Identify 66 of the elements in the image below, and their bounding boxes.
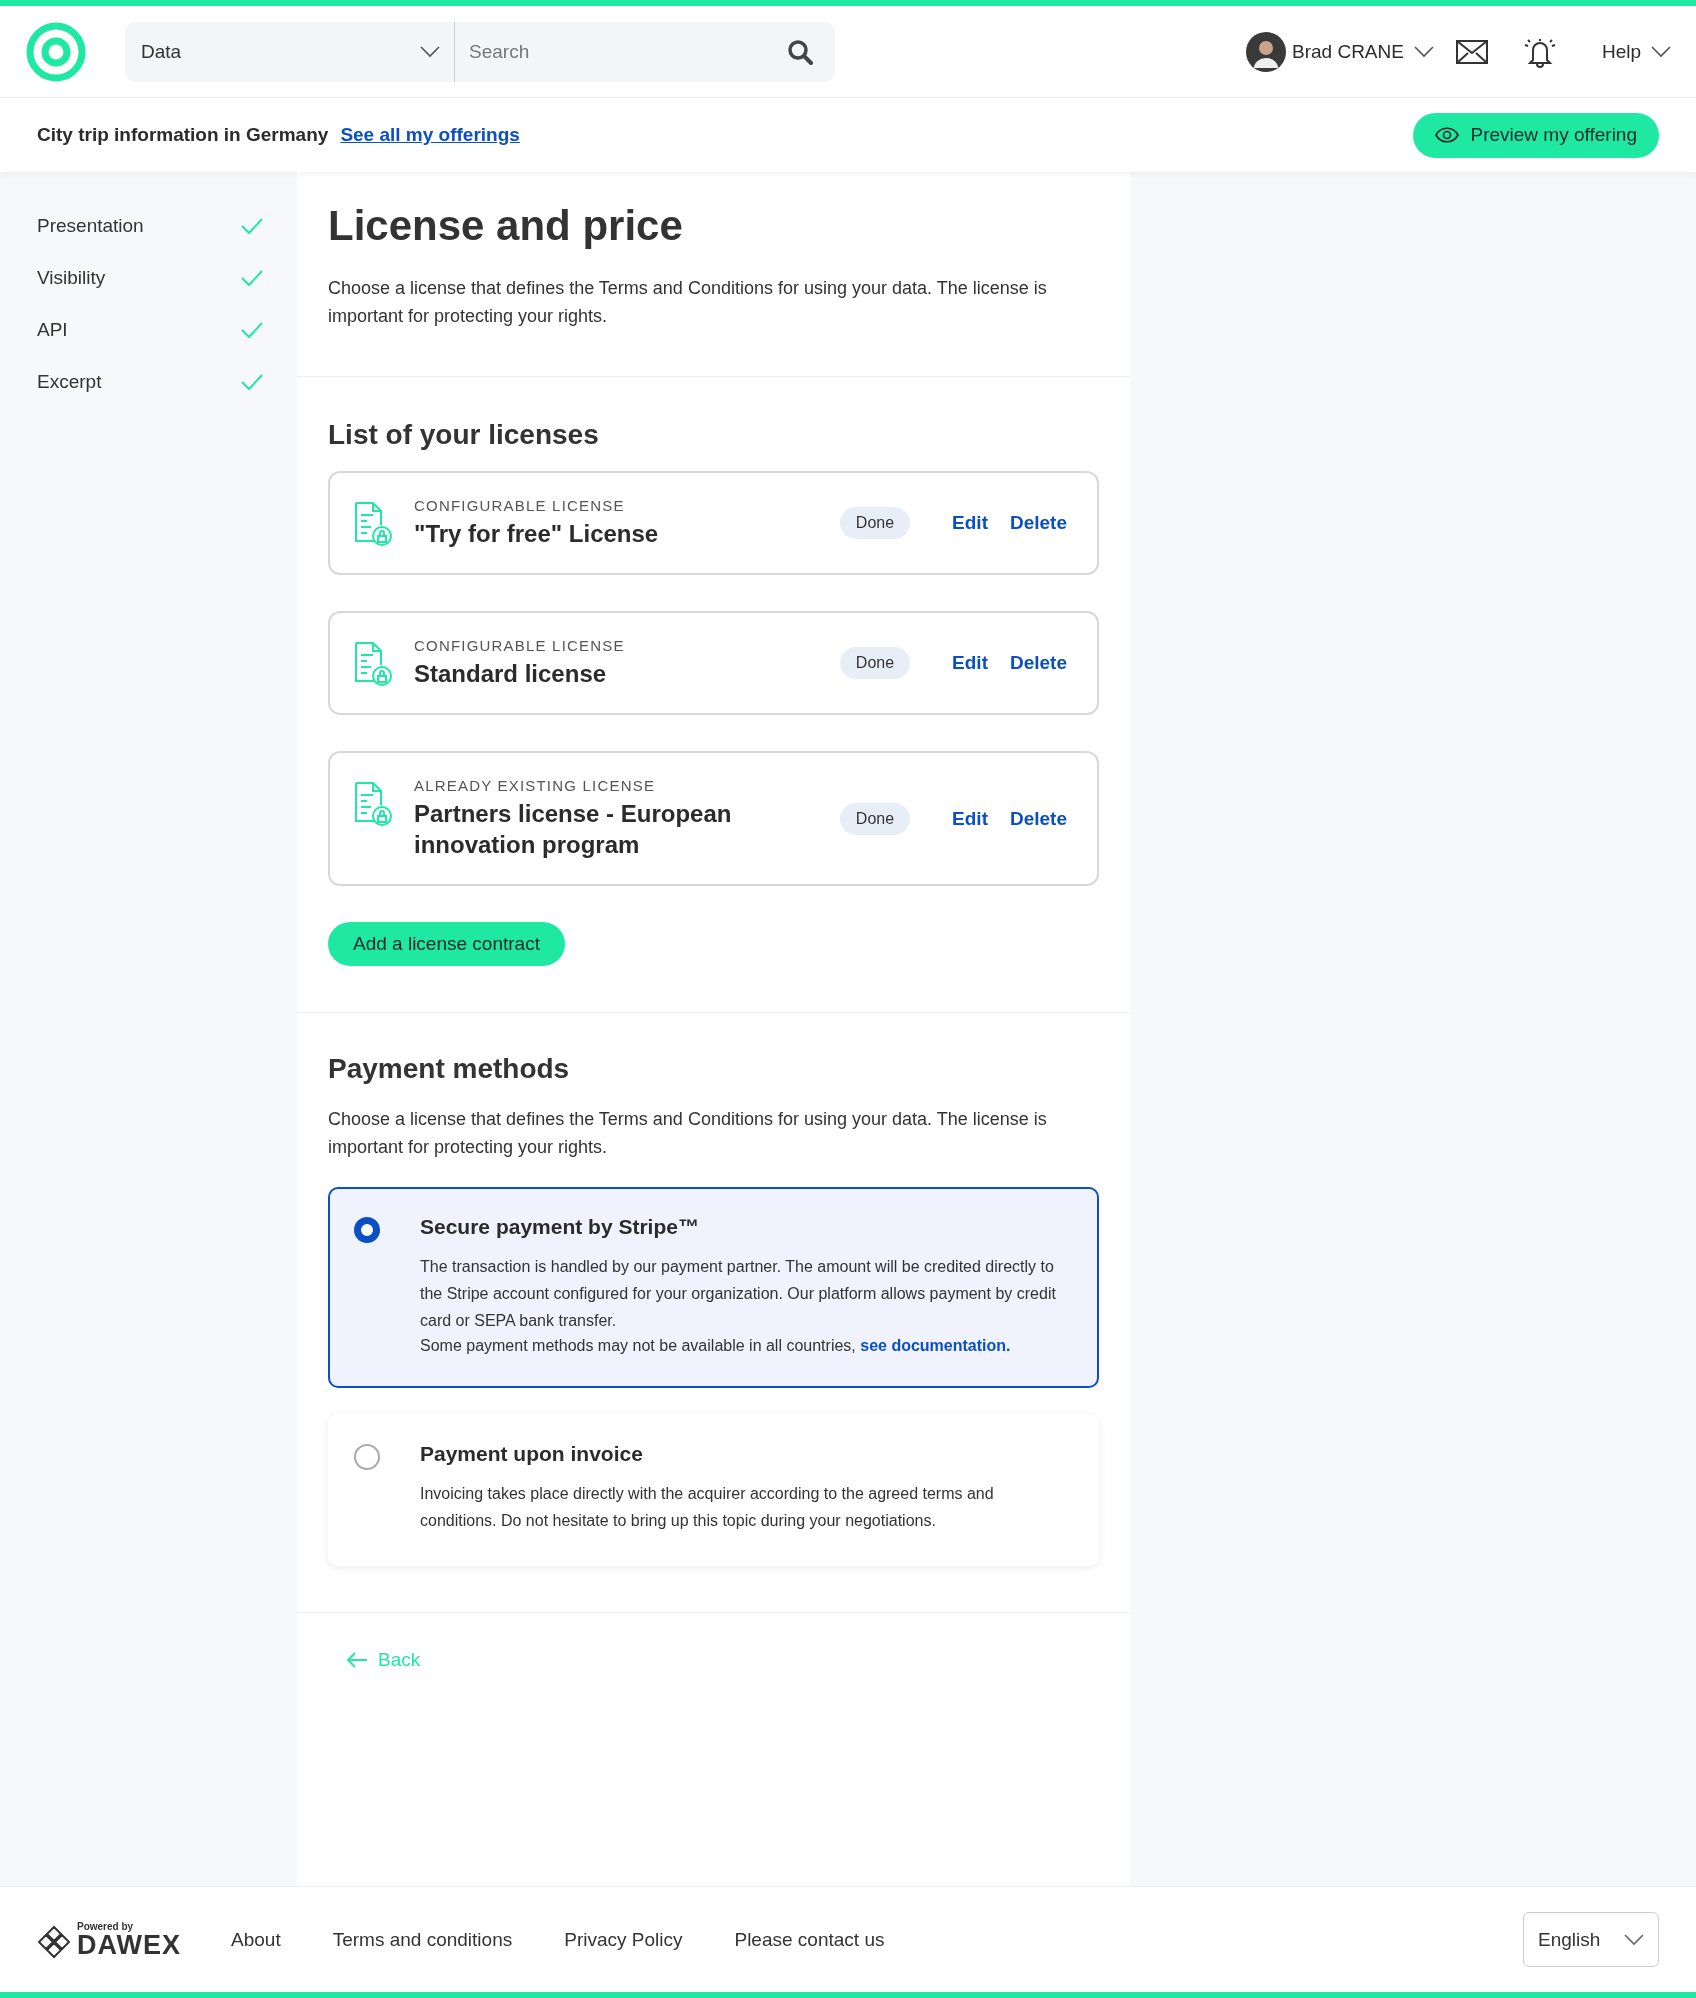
intro-text: Choose a license that defines the Terms and Conditions for using your data. The license is important for protecting your rights. bbox=[328, 277, 1048, 328]
option-text: Invoicing takes place directly with the acquirer according to the agreed terms and conditions. Do not hesitate to bring up this topic during your negotiations. bbox=[420, 1484, 995, 1531]
license-type: ALREADY EXISTING LICENSE bbox=[414, 777, 657, 794]
sidebar-item[interactable]: Presentation bbox=[37, 200, 263, 252]
chevron-down-icon bbox=[1651, 45, 1671, 58]
search-field[interactable]: Search bbox=[455, 21, 835, 82]
section-title: List of your licenses bbox=[328, 419, 600, 451]
help-menu[interactable]: Help bbox=[1601, 40, 1671, 63]
license-name: Partners license - European innovation program bbox=[414, 799, 733, 860]
arrow-left-icon bbox=[346, 1652, 368, 1668]
user-menu[interactable]: Brad CRANE bbox=[1292, 40, 1434, 63]
action-link[interactable]: Edit bbox=[952, 512, 988, 533]
brand-name: DAWEX bbox=[77, 1931, 181, 1959]
license-name: Standard license bbox=[414, 659, 608, 689]
action-link[interactable]: Delete bbox=[1009, 512, 1067, 533]
action-link[interactable]: Delete bbox=[1009, 652, 1067, 673]
document-lock-icon bbox=[354, 641, 394, 687]
action-link[interactable]: Edit bbox=[952, 807, 988, 829]
status-badge: Done bbox=[839, 647, 911, 679]
radio-button[interactable] bbox=[354, 1217, 380, 1243]
eye-icon bbox=[1434, 127, 1459, 143]
search-icon[interactable] bbox=[787, 38, 813, 65]
add-license-button[interactable]: Add a license contract bbox=[328, 922, 565, 966]
footer-link[interactable]: About bbox=[231, 1928, 281, 1951]
check-icon bbox=[241, 374, 263, 390]
chevron-down-icon bbox=[1624, 1933, 1644, 1946]
offering-title: City trip information in Germany bbox=[37, 124, 329, 146]
avatar[interactable] bbox=[1246, 31, 1286, 72]
check-icon bbox=[241, 270, 263, 286]
action-link[interactable]: Edit bbox=[952, 652, 988, 673]
mail-icon[interactable] bbox=[1455, 39, 1488, 64]
documentation-link[interactable]: see documentation. bbox=[860, 1337, 1011, 1354]
license-type: CONFIGURABLE LICENSE bbox=[414, 637, 626, 654]
license-type: CONFIGURABLE LICENSE bbox=[414, 497, 626, 514]
payment-text: Choose a license that defines the Terms and Conditions for using your data. The license is important for protecting your rights. bbox=[328, 1108, 1048, 1159]
payment-option[interactable] bbox=[328, 1187, 1099, 1388]
preview-button[interactable]: Preview my offering bbox=[1412, 112, 1659, 158]
powered-by-label: Powered by bbox=[77, 1920, 135, 1932]
logo-icon bbox=[37, 1924, 71, 1959]
footer-link[interactable]: Terms and conditions bbox=[332, 1928, 513, 1951]
check-icon bbox=[241, 218, 263, 234]
option-text: The transaction is handled by our payment partner. The amount will be credited directly to the Stripe account configured for your organization. Our platform allows payment by credit card or SEPA bank transfer. bbox=[420, 1257, 1057, 1331]
option-title: Payment upon invoice bbox=[420, 1442, 644, 1466]
footer-link[interactable]: Privacy Policy bbox=[564, 1928, 683, 1951]
footer-link[interactable]: Please contact us bbox=[734, 1928, 885, 1951]
action-link[interactable]: Delete bbox=[1009, 807, 1067, 829]
page-title: License and price bbox=[328, 202, 684, 250]
language-select[interactable]: English bbox=[1523, 1912, 1659, 1967]
chevron-down-icon bbox=[420, 45, 440, 58]
option-note: Some payment methods may not be available in all countries, see documentation. bbox=[420, 1336, 1012, 1356]
option-title: Secure payment by Stripe™ bbox=[420, 1215, 700, 1239]
sidebar-item[interactable]: Visibility bbox=[37, 252, 263, 304]
document-lock-icon bbox=[354, 781, 394, 827]
status-badge: Done bbox=[839, 802, 911, 835]
license-name: "Try for free" License bbox=[414, 519, 660, 549]
offerings-link[interactable]: See all my offerings bbox=[340, 124, 520, 146]
section-title: Payment methods bbox=[328, 1053, 571, 1085]
chevron-down-icon bbox=[1413, 45, 1434, 58]
sidebar-item[interactable]: Excerpt bbox=[37, 356, 263, 408]
status-badge: Done bbox=[839, 507, 911, 539]
check-icon bbox=[241, 322, 263, 338]
document-lock-icon bbox=[354, 501, 394, 547]
payment-option[interactable]: Payment upon invoice Invoicing takes place directly with the acquirer according to the agreed terms and conditions. Do not hesitate to bring up this topic during your negotiations. bbox=[328, 1414, 1099, 1566]
radio-button[interactable] bbox=[354, 1444, 380, 1470]
sidebar-item[interactable]: API bbox=[37, 304, 263, 356]
category-select[interactable]: Data bbox=[125, 21, 455, 82]
